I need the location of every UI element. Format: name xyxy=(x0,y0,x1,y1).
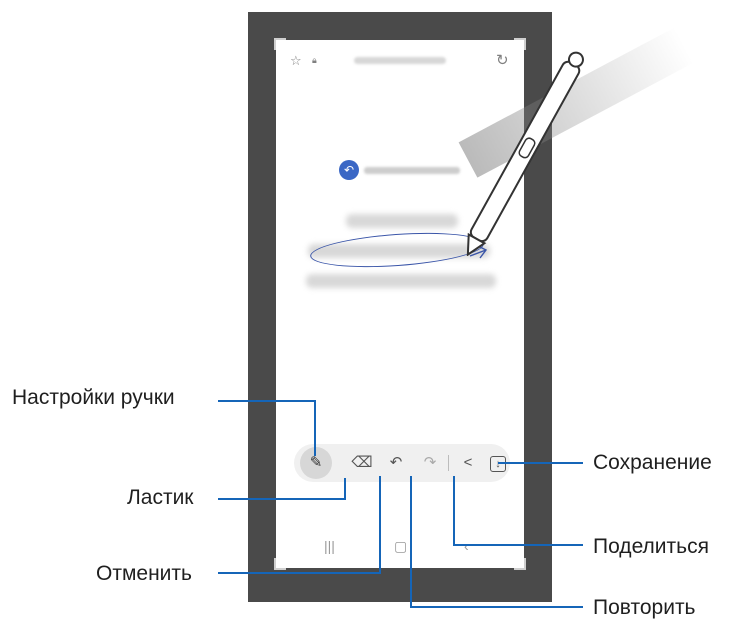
blurred-text-line xyxy=(346,214,458,228)
undo-icon[interactable]: ↶ xyxy=(384,451,408,475)
toolbar-separator xyxy=(448,455,449,471)
share-label: Поделиться xyxy=(593,535,709,558)
pen-icon[interactable]: ✎ xyxy=(300,447,332,479)
callout-line xyxy=(218,498,346,500)
callout-line xyxy=(218,572,381,574)
share-icon[interactable]: < xyxy=(456,451,480,475)
url-text xyxy=(354,57,446,64)
callout-line xyxy=(379,476,381,574)
save-label: Сохранение xyxy=(593,451,712,474)
callout-line xyxy=(410,606,583,608)
navigation-bar: ||| ▢ ‹ xyxy=(276,534,524,558)
callout-line xyxy=(314,400,316,456)
blurred-text-line xyxy=(306,274,496,288)
back-icon[interactable]: ‹ xyxy=(464,534,469,558)
app-badge-icon: ↶ xyxy=(339,160,359,180)
callout-line xyxy=(453,476,455,546)
recents-icon[interactable]: ||| xyxy=(324,534,335,558)
star-icon[interactable]: ☆ xyxy=(290,54,302,67)
eraser-icon[interactable]: ⌫ xyxy=(350,451,374,475)
callout-line xyxy=(453,544,583,546)
redo-label: Повторить xyxy=(593,596,696,619)
drawing-toolbar: ✎ ⌫ ↶ ↷ < ↓ xyxy=(294,444,510,482)
home-icon[interactable]: ▢ xyxy=(394,534,407,558)
callout-line xyxy=(344,478,346,500)
s-pen-icon xyxy=(466,51,584,256)
eraser-label: Ластик xyxy=(127,486,194,509)
redo-icon[interactable]: ↷ xyxy=(418,451,442,475)
lock-icon: 🔒︎ xyxy=(312,55,317,65)
pen-settings-label: Настройки ручки xyxy=(12,386,175,409)
callout-line xyxy=(410,476,412,608)
undo-label: Отменить xyxy=(96,562,192,585)
screen-corner xyxy=(274,38,286,50)
callout-line xyxy=(498,462,583,464)
app-name-text xyxy=(364,167,460,174)
callout-line xyxy=(218,400,316,402)
screen-corner xyxy=(514,558,526,570)
screen-corner xyxy=(274,558,286,570)
save-icon[interactable]: ↓ xyxy=(490,456,506,472)
